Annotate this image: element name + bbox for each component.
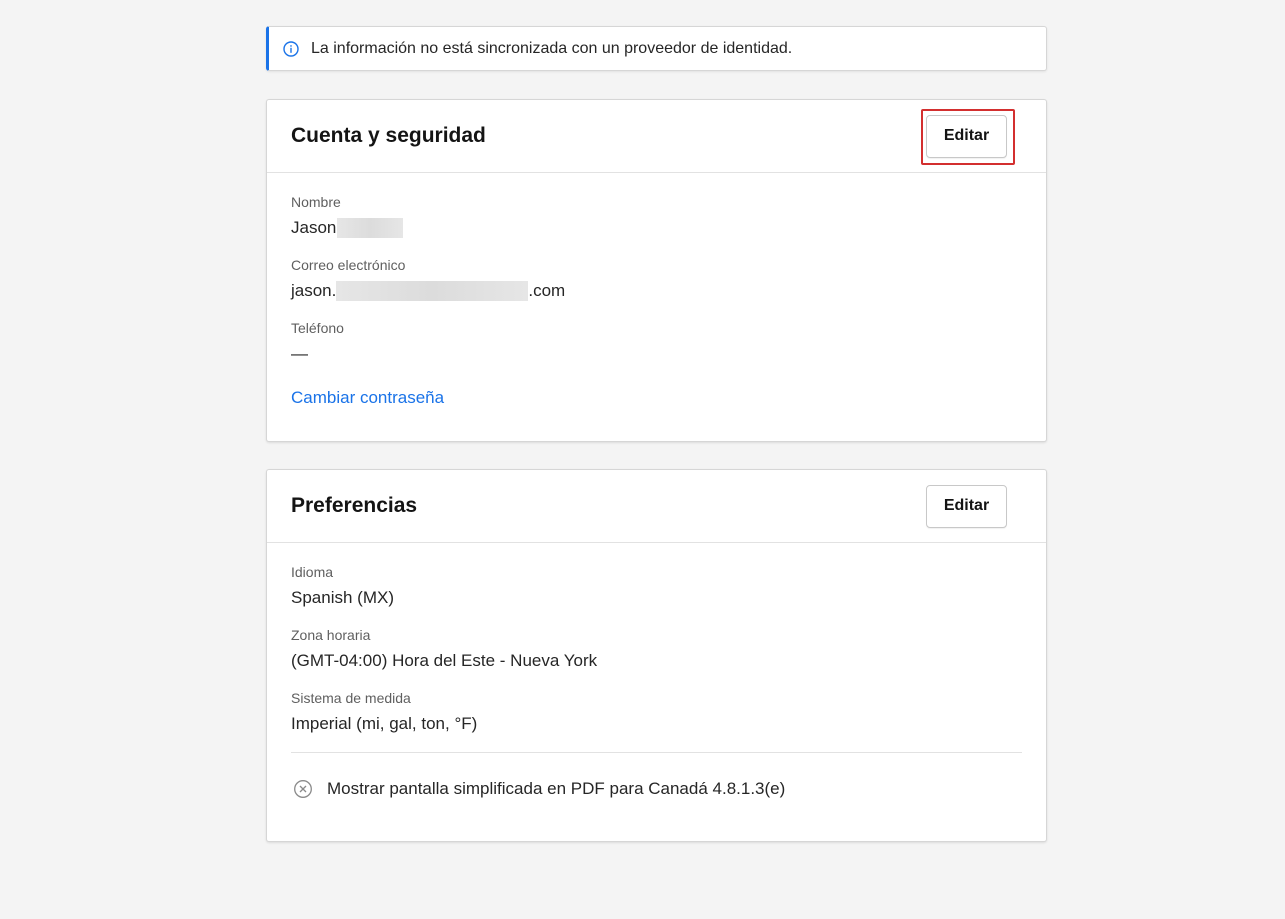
info-banner-text: La información no está sincronizada con …: [311, 39, 793, 57]
units-label: Sistema de medida: [291, 690, 411, 706]
preferences-card: Preferencias Editar Idioma Spanish (MX) …: [266, 469, 1047, 842]
email-label: Correo electrónico: [291, 257, 406, 273]
language-label: Idioma: [291, 564, 334, 580]
account-card-title: Cuenta y seguridad: [291, 124, 486, 147]
preferences-card-title: Preferencias: [291, 494, 418, 517]
email-value: jason. .com: [291, 280, 1022, 302]
name-label: Nombre: [291, 194, 341, 210]
account-edit-button[interactable]: Editar: [926, 114, 1007, 158]
phone-field: Teléfono —: [291, 319, 1022, 365]
account-card-header: Cuenta y seguridad Editar: [267, 100, 1046, 173]
units-value: Imperial (mi, gal, ton, °F): [291, 714, 478, 733]
name-text: Jason: [291, 218, 337, 237]
language-value: Spanish (MX): [291, 588, 394, 607]
phone-value: —: [291, 344, 308, 363]
preferences-card-header: Preferencias Editar: [267, 470, 1046, 543]
redacted-surname: [337, 218, 404, 238]
email-field: Correo electrónico jason. .com: [291, 256, 1022, 302]
preferences-card-body: Idioma Spanish (MX) Zona horaria (GMT-04…: [267, 543, 1046, 825]
redacted-email: [336, 281, 529, 301]
timezone-value: (GMT-04:00) Hora del Este - Nueva York: [291, 651, 598, 670]
phone-label: Teléfono: [291, 320, 344, 336]
change-password-link[interactable]: Cambiar contraseña: [291, 388, 444, 408]
units-field: Sistema de medida Imperial (mi, gal, ton…: [291, 689, 1022, 735]
language-field: Idioma Spanish (MX): [291, 563, 1022, 609]
account-security-card: Cuenta y seguridad Editar Nombre Jason C…: [266, 99, 1047, 442]
name-field: Nombre Jason: [291, 193, 1022, 239]
simplified-pdf-setting: Mostrar pantalla simplificada en PDF par…: [291, 753, 1022, 825]
x-circle-icon: [293, 779, 313, 799]
info-icon: [283, 40, 299, 57]
timezone-field: Zona horaria (GMT-04:00) Hora del Este -…: [291, 626, 1022, 672]
account-card-body: Nombre Jason Correo electrónico jason. .…: [267, 173, 1046, 408]
simplified-pdf-text: Mostrar pantalla simplificada en PDF par…: [327, 779, 786, 798]
email-prefix: jason.: [291, 281, 337, 300]
info-banner: La información no está sincronizada con …: [266, 26, 1047, 71]
preferences-edit-button[interactable]: Editar: [926, 484, 1007, 528]
settings-container: La información no está sincronizada con …: [266, 26, 1047, 842]
name-value: Jason: [291, 217, 1022, 239]
email-suffix: .com: [528, 281, 566, 300]
timezone-label: Zona horaria: [291, 627, 371, 643]
